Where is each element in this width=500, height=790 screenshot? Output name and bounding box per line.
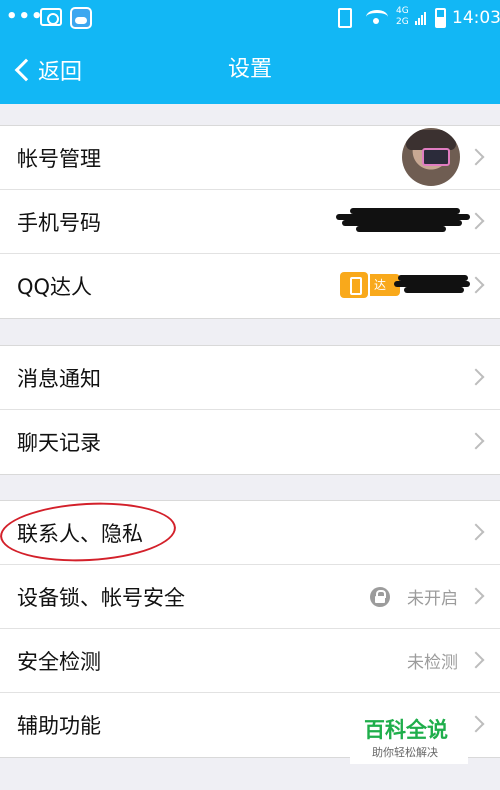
settings-group-account: 帐号管理 手机号码 QQ达人 达人	[0, 125, 500, 319]
chevron-right-icon	[467, 523, 485, 541]
row-status: 未开启	[407, 589, 458, 609]
row-account-management[interactable]: 帐号管理	[0, 126, 500, 190]
wifi-icon	[366, 10, 388, 24]
row-label: 设备锁、帐号安全	[17, 585, 185, 610]
watermark-logo: 百科全说 助你轻松解决	[350, 706, 468, 764]
status-bar: ••• 4G 2G 14:03	[0, 0, 500, 36]
chevron-right-icon	[467, 276, 485, 294]
chevron-right-icon	[467, 148, 485, 166]
row-label: QQ达人	[17, 275, 93, 299]
redaction-scribble	[394, 275, 470, 295]
camera-icon	[40, 8, 62, 26]
chevron-right-icon	[467, 587, 485, 605]
chevron-right-icon	[467, 651, 485, 669]
chevron-right-icon	[467, 212, 485, 230]
signal-icon	[415, 11, 429, 25]
row-status: 未检测	[407, 653, 458, 673]
row-label: 聊天记录	[17, 431, 101, 455]
lock-icon	[370, 587, 390, 607]
network-type: 4G 2G	[396, 6, 409, 27]
row-qq-master[interactable]: QQ达人 达人	[0, 254, 500, 318]
redaction-scribble	[336, 208, 470, 232]
watermark-title: 百科全说	[364, 718, 448, 742]
row-phone-number[interactable]: 手机号码	[0, 190, 500, 254]
settings-group-messages: 消息通知 聊天记录	[0, 345, 500, 475]
clock: 14:03	[452, 8, 500, 28]
title-bar: 返回 设置	[0, 36, 500, 104]
chevron-right-icon	[467, 432, 485, 450]
row-notifications[interactable]: 消息通知	[0, 346, 500, 410]
notification-dots: •••	[6, 6, 44, 27]
row-label: 手机号码	[17, 210, 101, 235]
row-chat-history[interactable]: 聊天记录	[0, 410, 500, 474]
row-label: 安全检测	[17, 649, 101, 674]
battery-icon	[435, 8, 446, 28]
avatar	[402, 128, 460, 186]
row-label: 帐号管理	[17, 146, 101, 171]
row-device-lock[interactable]: 设备锁、帐号安全 未开启	[0, 565, 500, 629]
phone-badge-icon	[340, 272, 368, 298]
page-title: 设置	[227, 57, 272, 82]
row-contacts-privacy[interactable]: 联系人、隐私	[0, 498, 500, 566]
chevron-right-icon	[467, 715, 485, 733]
phone-icon	[338, 8, 352, 28]
row-label: 消息通知	[17, 366, 101, 391]
watermark-subtitle: 助你轻松解决	[372, 746, 438, 759]
row-label: 辅助功能	[17, 714, 101, 738]
chevron-right-icon	[467, 368, 485, 386]
weather-icon	[70, 7, 92, 29]
row-label: 联系人、隐私	[17, 521, 143, 546]
row-security-check[interactable]: 安全检测 未检测	[0, 629, 500, 693]
qq-master-badge: 达人	[340, 270, 400, 314]
